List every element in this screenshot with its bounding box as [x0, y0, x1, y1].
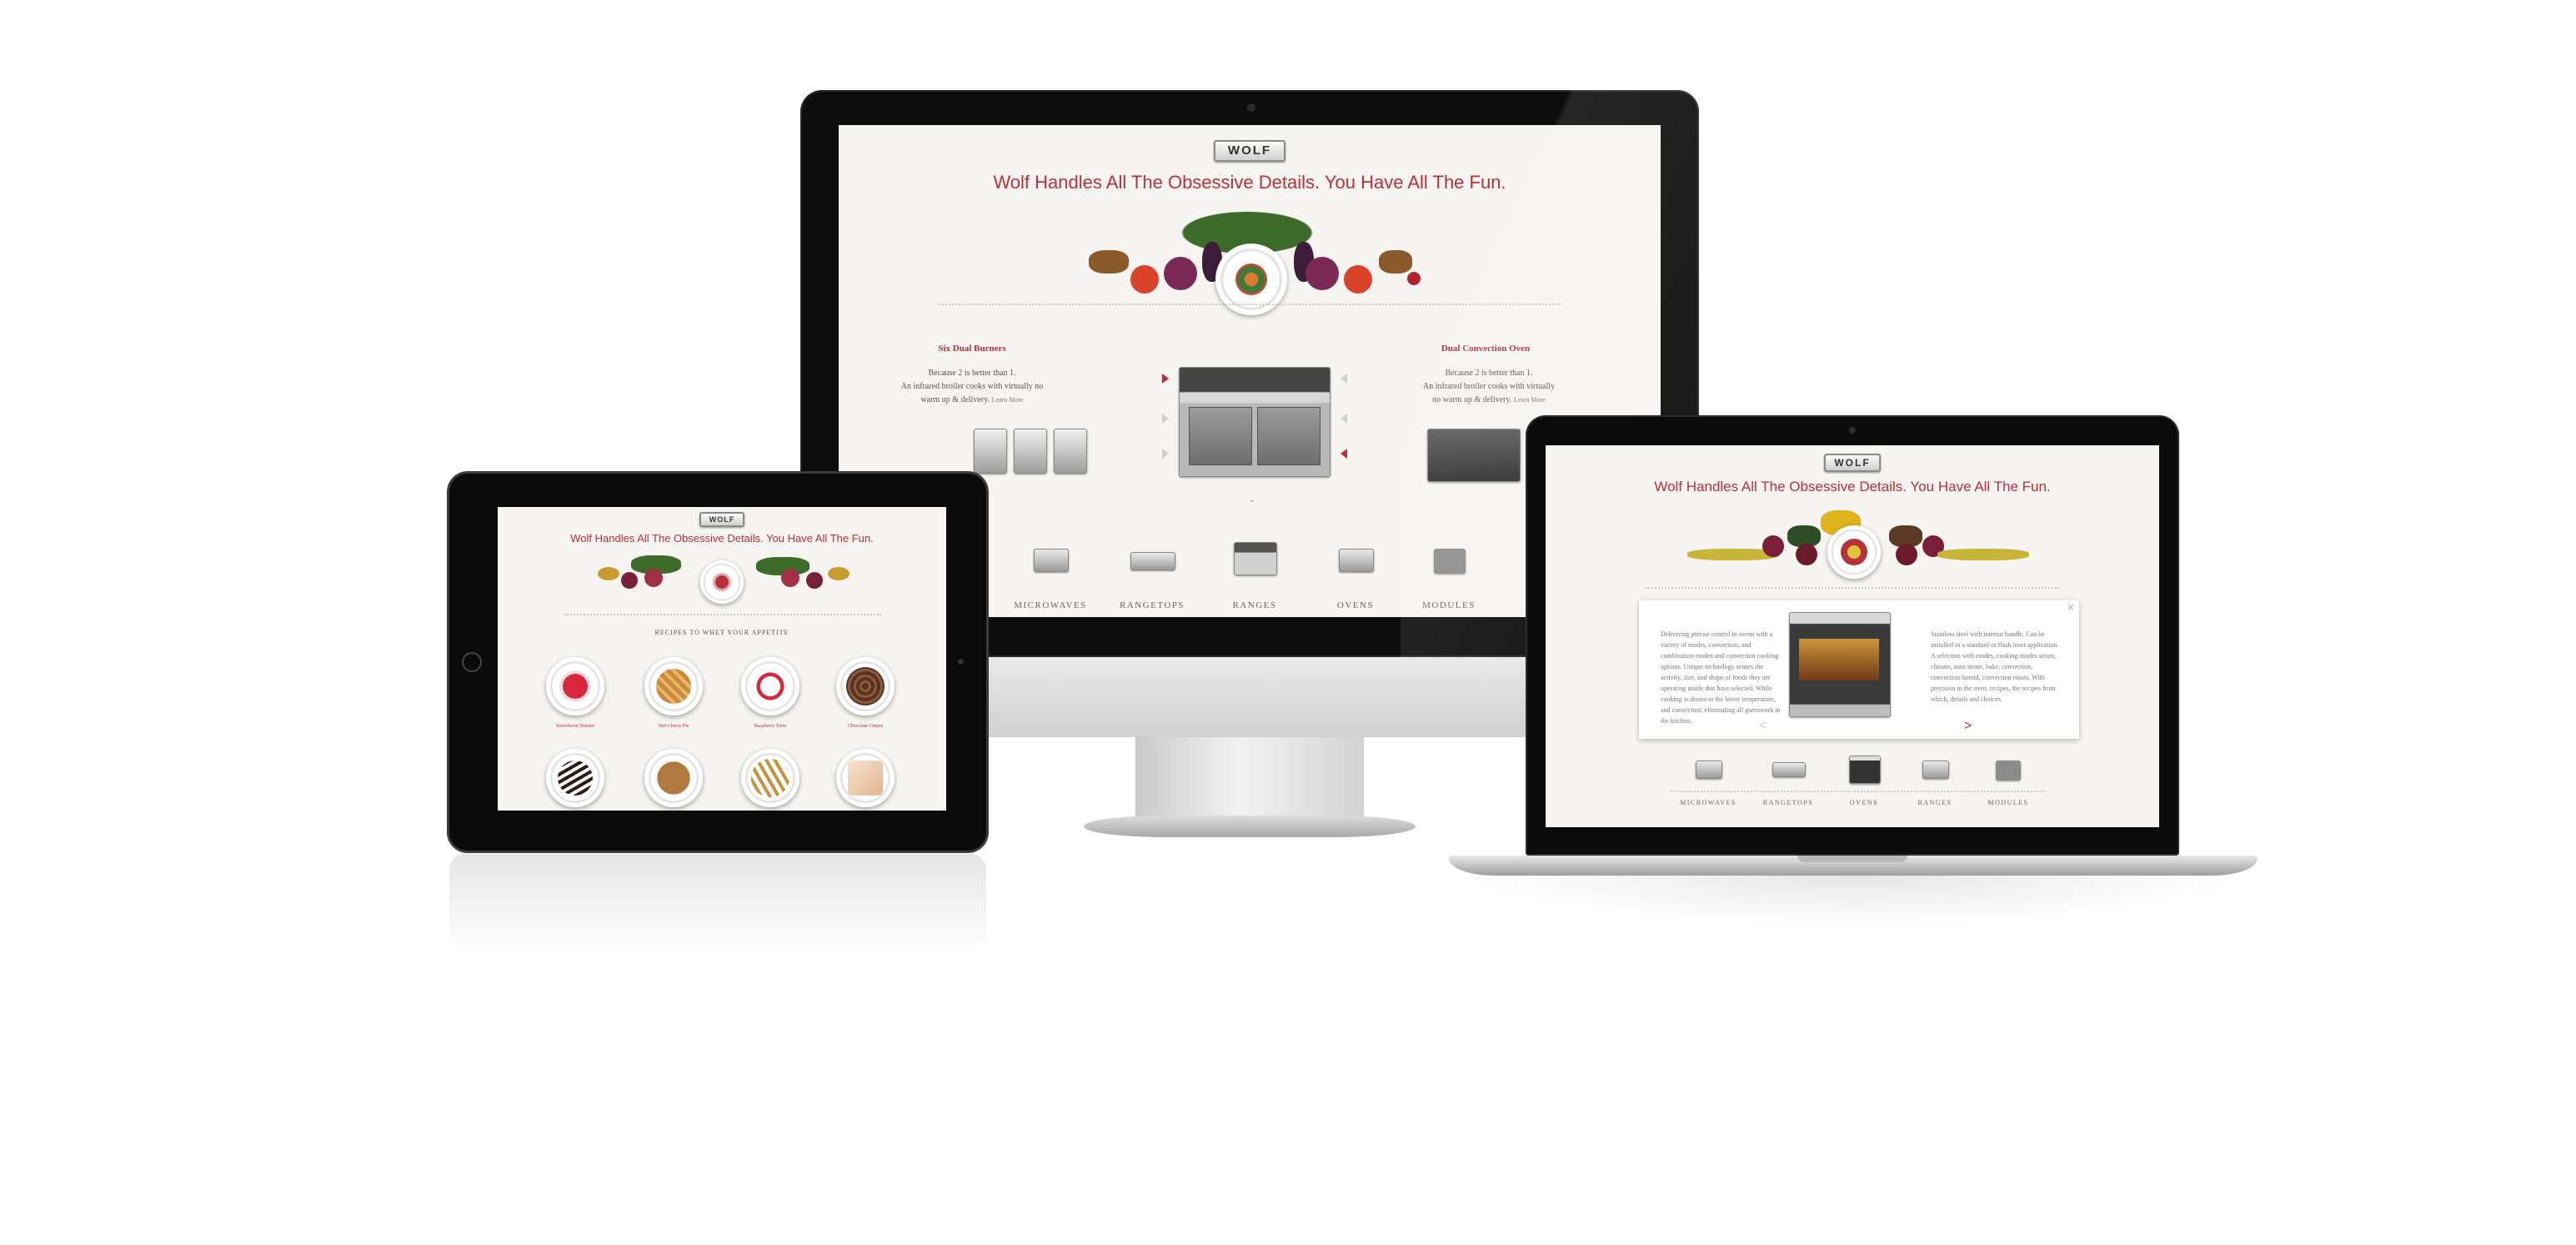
learn-more-link[interactable]: Learn More	[992, 396, 1024, 404]
modal-description-right: Stainless steel with interior handle, Ca…	[1931, 630, 2059, 703]
hotspot-arrow-icon[interactable]	[1341, 449, 1347, 459]
nav-rangetops[interactable]: RANGETOPS	[1102, 600, 1202, 610]
next-arrow-icon[interactable]: >	[1964, 719, 1972, 734]
hotspot-arrow-icon[interactable]	[1162, 449, 1169, 459]
page-headline: Wolf Handles All The Obsessive Details. …	[570, 532, 874, 545]
modal-description-left: Delivering precise control in ovens with…	[1661, 630, 1781, 725]
imac-stand	[1135, 737, 1364, 819]
ipad-reflection	[449, 854, 986, 954]
nav-ranges[interactable]: RANGES	[1897, 799, 1972, 806]
feature-right-body: Because 2 is better than 1. An infrared …	[1422, 369, 1555, 404]
nav-microwaves[interactable]: MICROWAVES	[1000, 600, 1100, 610]
prev-arrow-icon[interactable]: <	[1759, 719, 1767, 734]
nav-ovens[interactable]: OVENS	[1827, 799, 1902, 806]
recipe-caption[interactable]: Tart Cherry Pie	[636, 724, 711, 729]
close-icon[interactable]: ×	[2067, 600, 2074, 614]
learn-more-link[interactable]: Learn More	[1514, 396, 1546, 404]
imac-stand-foot	[1084, 816, 1416, 837]
page-headline: Wolf Handles All The Obsessive Details. …	[993, 172, 1506, 193]
nav-ovens[interactable]: OVENS	[1306, 600, 1406, 610]
imac-camera	[1247, 103, 1255, 112]
recipe-caption[interactable]: Strawberry Dessert	[538, 724, 613, 729]
wolf-logo[interactable]: WOLF	[699, 512, 744, 527]
divider	[939, 304, 1561, 305]
wolf-logo[interactable]: WOLF	[1824, 454, 1881, 472]
product-detail-modal: × Delivering precise control in ovens wi…	[1639, 600, 2079, 739]
macbook-camera	[1849, 427, 1856, 434]
hotspot-arrow-icon[interactable]	[1162, 414, 1169, 424]
macbook-shadow	[1467, 876, 2243, 926]
nav-modules[interactable]: MODULES	[1399, 600, 1499, 610]
feature-left-title: Six Dual Burners	[938, 344, 1006, 354]
wolf-logo[interactable]: WOLF	[1214, 140, 1285, 162]
nav-modules[interactable]: MODULES	[1971, 799, 2046, 806]
hotspot-arrow-icon[interactable]	[1341, 374, 1347, 384]
nav-rangetops[interactable]: RANGETOPS	[1751, 799, 1826, 806]
feature-left-body: Because 2 is better than 1. An infrared …	[900, 369, 1044, 404]
oven-thumbnail[interactable]	[1427, 429, 1521, 482]
nav-microwaves[interactable]: MICROWAVES	[1671, 799, 1746, 806]
page-headline: Wolf Handles All The Obsessive Details. …	[1654, 479, 2051, 494]
recipe-caption[interactable]: Chocolate Crepes	[828, 724, 903, 729]
hotspot-arrow-icon[interactable]	[1341, 414, 1347, 424]
ipad-website: WOLF Wolf Handles All The Obsessive Deta…	[498, 507, 946, 811]
macbook-opening-notch	[1797, 856, 1907, 862]
nav-ranges[interactable]: RANGES	[1205, 600, 1305, 610]
hotspot-arrow-icon[interactable]	[1162, 374, 1169, 384]
home-button-icon[interactable]	[462, 652, 482, 672]
recipe-caption[interactable]: Raspberry Torte	[733, 724, 808, 729]
scroll-down-icon[interactable]: ⌄	[1249, 495, 1255, 505]
macbook-website: WOLF Wolf Handles All The Obsessive Deta…	[1546, 445, 2159, 827]
recipes-section-title: Recipes to whet your appetite	[654, 629, 789, 636]
feature-right-title: Dual Convection Oven	[1441, 344, 1531, 354]
ipad-camera	[958, 659, 964, 665]
